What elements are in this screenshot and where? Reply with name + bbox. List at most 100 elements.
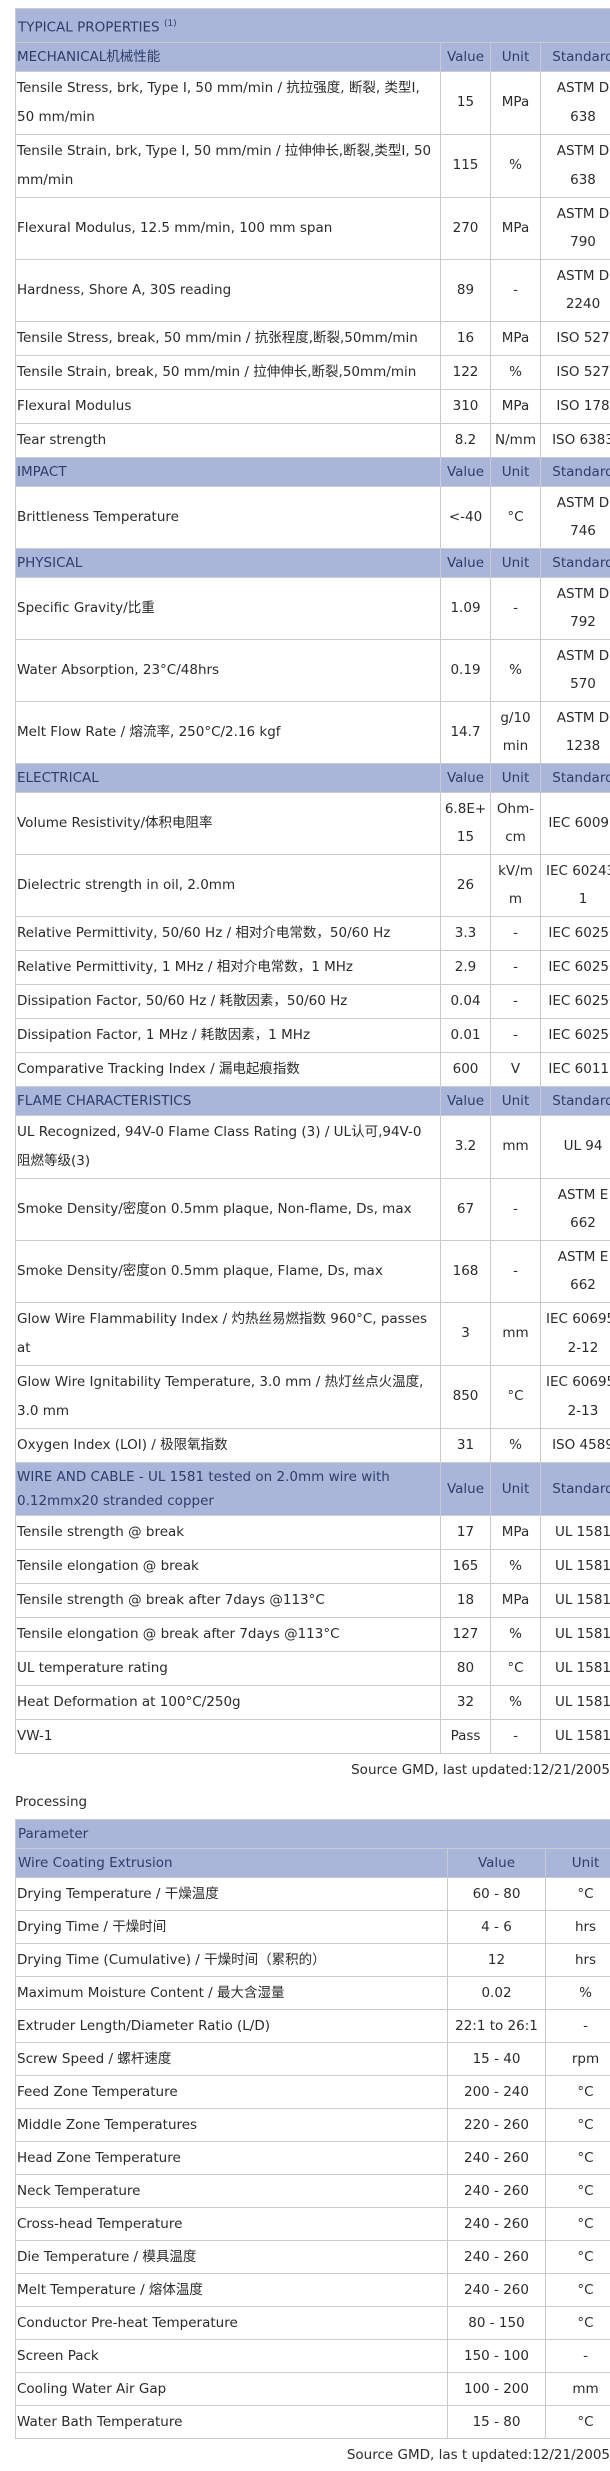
- property-name: Flexural Modulus, 12.5 mm/min, 100 mm sp…: [16, 197, 441, 259]
- processing-section-name: Wire Coating Extrusion: [16, 1848, 448, 1877]
- property-unit: -: [491, 1719, 541, 1753]
- property-name: Tensile Stress, break, 50 mm/min / 抗张程度,…: [16, 321, 441, 355]
- property-unit: -: [491, 577, 541, 639]
- property-unit: %: [491, 639, 541, 701]
- property-unit: mm: [491, 1115, 541, 1178]
- processing-parameter: Die Temperature / 模具温度: [16, 2240, 448, 2273]
- property-name: Flexural Modulus: [16, 389, 441, 423]
- property-value: 31: [441, 1428, 491, 1462]
- property-row: Tensile elongation @ break165%UL 1581: [16, 1549, 610, 1583]
- section-header-row: PHYSICALValueUnitStandard: [16, 548, 610, 577]
- property-row: Glow Wire Ignitability Temperature, 3.0 …: [16, 1365, 610, 1428]
- processing-value: 100 - 200: [448, 2372, 546, 2405]
- property-value: 600: [441, 1052, 491, 1086]
- processing-row: Neck Temperature240 - 260°C: [16, 2174, 610, 2207]
- unit-header: Unit: [491, 42, 541, 71]
- property-standard: IEC 60250: [541, 984, 610, 1018]
- property-value: 165: [441, 1549, 491, 1583]
- property-value: 3.2: [441, 1115, 491, 1178]
- processing-value: 4 - 6: [448, 1910, 546, 1943]
- property-name: Heat Deformation at 100°C/250g: [16, 1685, 441, 1719]
- property-name: Relative Permittivity, 1 MHz / 相对介电常数，1 …: [16, 950, 441, 984]
- property-standard: ASTM D 570: [541, 639, 610, 701]
- property-name: Smoke Density/密度on 0.5mm plaque, Flame, …: [16, 1240, 441, 1302]
- property-row: Relative Permittivity, 50/60 Hz / 相对介电常数…: [16, 916, 610, 950]
- processing-value: 240 - 260: [448, 2207, 546, 2240]
- property-standard: ISO 527: [541, 355, 610, 389]
- property-unit: %: [491, 355, 541, 389]
- unit-header: Unit: [491, 1462, 541, 1515]
- processing-parameter: Extruder Length/Diameter Ratio (L/D): [16, 2009, 448, 2042]
- property-unit: -: [491, 1018, 541, 1052]
- processing-unit: mm: [546, 2372, 610, 2405]
- value-header: Value: [441, 457, 491, 486]
- property-value: 1.09: [441, 577, 491, 639]
- property-standard: IEC 60093: [541, 792, 610, 854]
- standard-header: Standard: [541, 1086, 610, 1115]
- property-standard: IEC 60250: [541, 1018, 610, 1052]
- property-row: UL temperature rating80°CUL 1581: [16, 1651, 610, 1685]
- property-row: Dielectric strength in oil, 2.0mm26kV/mm…: [16, 854, 610, 916]
- property-name: Smoke Density/密度on 0.5mm plaque, Non-fla…: [16, 1178, 441, 1240]
- property-name: UL Recognized, 94V-0 Flame Class Rating …: [16, 1115, 441, 1178]
- property-standard: ISO 4589: [541, 1428, 610, 1462]
- property-row: Tensile Strain, break, 50 mm/min / 拉伸伸长,…: [16, 355, 610, 389]
- property-name: Tensile Strain, brk, Type I, 50 mm/min /…: [16, 134, 441, 197]
- property-name: Oxygen Index (LOI) / 极限氧指数: [16, 1428, 441, 1462]
- property-standard: ASTM E 662: [541, 1240, 610, 1302]
- value-header: Value: [441, 763, 491, 792]
- processing-row: Screen Pack150 - 100-: [16, 2339, 610, 2372]
- processing-value: 240 - 260: [448, 2240, 546, 2273]
- processing-unit: hrs: [546, 1943, 610, 1976]
- processing-value: 22:1 to 26:1: [448, 2009, 546, 2042]
- processing-value: 60 - 80: [448, 1877, 546, 1910]
- property-unit: °C: [491, 486, 541, 548]
- property-unit: MPa: [491, 389, 541, 423]
- property-name: Specific Gravity/比重: [16, 577, 441, 639]
- processing-row: Conductor Pre-heat Temperature80 - 150°C: [16, 2306, 610, 2339]
- property-row: Brittleness Temperature<-40°CASTM D 746: [16, 486, 610, 548]
- property-value: 3.3: [441, 916, 491, 950]
- datasheet-page: TYPICAL PROPERTIES (1) MECHANICAL机械性能Val…: [15, 8, 610, 2471]
- property-name: Relative Permittivity, 50/60 Hz / 相对介电常数…: [16, 916, 441, 950]
- property-row: Flexural Modulus310MPaISO 178: [16, 389, 610, 423]
- processing-row: Melt Temperature / 熔体温度240 - 260°C: [16, 2273, 610, 2306]
- property-standard: IEC 60695-2-13: [541, 1365, 610, 1428]
- property-name: Tensile elongation @ break after 7days @…: [16, 1617, 441, 1651]
- processing-parameter: Drying Temperature / 干燥温度: [16, 1877, 448, 1910]
- property-name: Tensile strength @ break after 7days @11…: [16, 1583, 441, 1617]
- processing-row: Water Bath Temperature15 - 80°C: [16, 2405, 610, 2438]
- property-standard: UL 1581: [541, 1617, 610, 1651]
- property-name: Dielectric strength in oil, 2.0mm: [16, 854, 441, 916]
- property-row: Tensile Stress, brk, Type I, 50 mm/min /…: [16, 71, 610, 134]
- section-header-row: FLAME CHARACTERISTICSValueUnitStandard: [16, 1086, 610, 1115]
- property-name: Tensile strength @ break: [16, 1515, 441, 1549]
- property-value: 32: [441, 1685, 491, 1719]
- processing-parameter: Drying Time (Cumulative) / 干燥时间（累积的）: [16, 1943, 448, 1976]
- title-note: (1): [164, 19, 177, 29]
- processing-value-header: Value: [448, 1848, 546, 1877]
- property-name: Melt Flow Rate / 熔流率, 250°C/2.16 kgf: [16, 701, 441, 763]
- processing-unit: °C: [546, 2405, 610, 2438]
- parameter-header: Parameter: [16, 1819, 610, 1848]
- typical-properties-title: TYPICAL PROPERTIES (1): [16, 9, 610, 43]
- processing-value: 240 - 260: [448, 2141, 546, 2174]
- property-value: 2.9: [441, 950, 491, 984]
- property-name: Glow Wire Flammability Index / 灼热丝易燃指数 9…: [16, 1302, 441, 1365]
- section-name: WIRE AND CABLE - UL 1581 tested on 2.0mm…: [16, 1462, 441, 1515]
- unit-header: Unit: [491, 457, 541, 486]
- processing-parameter: Screen Pack: [16, 2339, 448, 2372]
- property-standard: UL 1581: [541, 1651, 610, 1685]
- property-row: Flexural Modulus, 12.5 mm/min, 100 mm sp…: [16, 197, 610, 259]
- property-standard: UL 1581: [541, 1583, 610, 1617]
- property-value: 310: [441, 389, 491, 423]
- processing-unit: °C: [546, 2273, 610, 2306]
- value-header: Value: [441, 548, 491, 577]
- property-standard: UL 1581: [541, 1719, 610, 1753]
- processing-value: 240 - 260: [448, 2174, 546, 2207]
- property-standard: ASTM D 792: [541, 577, 610, 639]
- property-unit: N/mm: [491, 423, 541, 457]
- processing-row: Die Temperature / 模具温度240 - 260°C: [16, 2240, 610, 2273]
- property-value: 122: [441, 355, 491, 389]
- property-row: Tensile elongation @ break after 7days @…: [16, 1617, 610, 1651]
